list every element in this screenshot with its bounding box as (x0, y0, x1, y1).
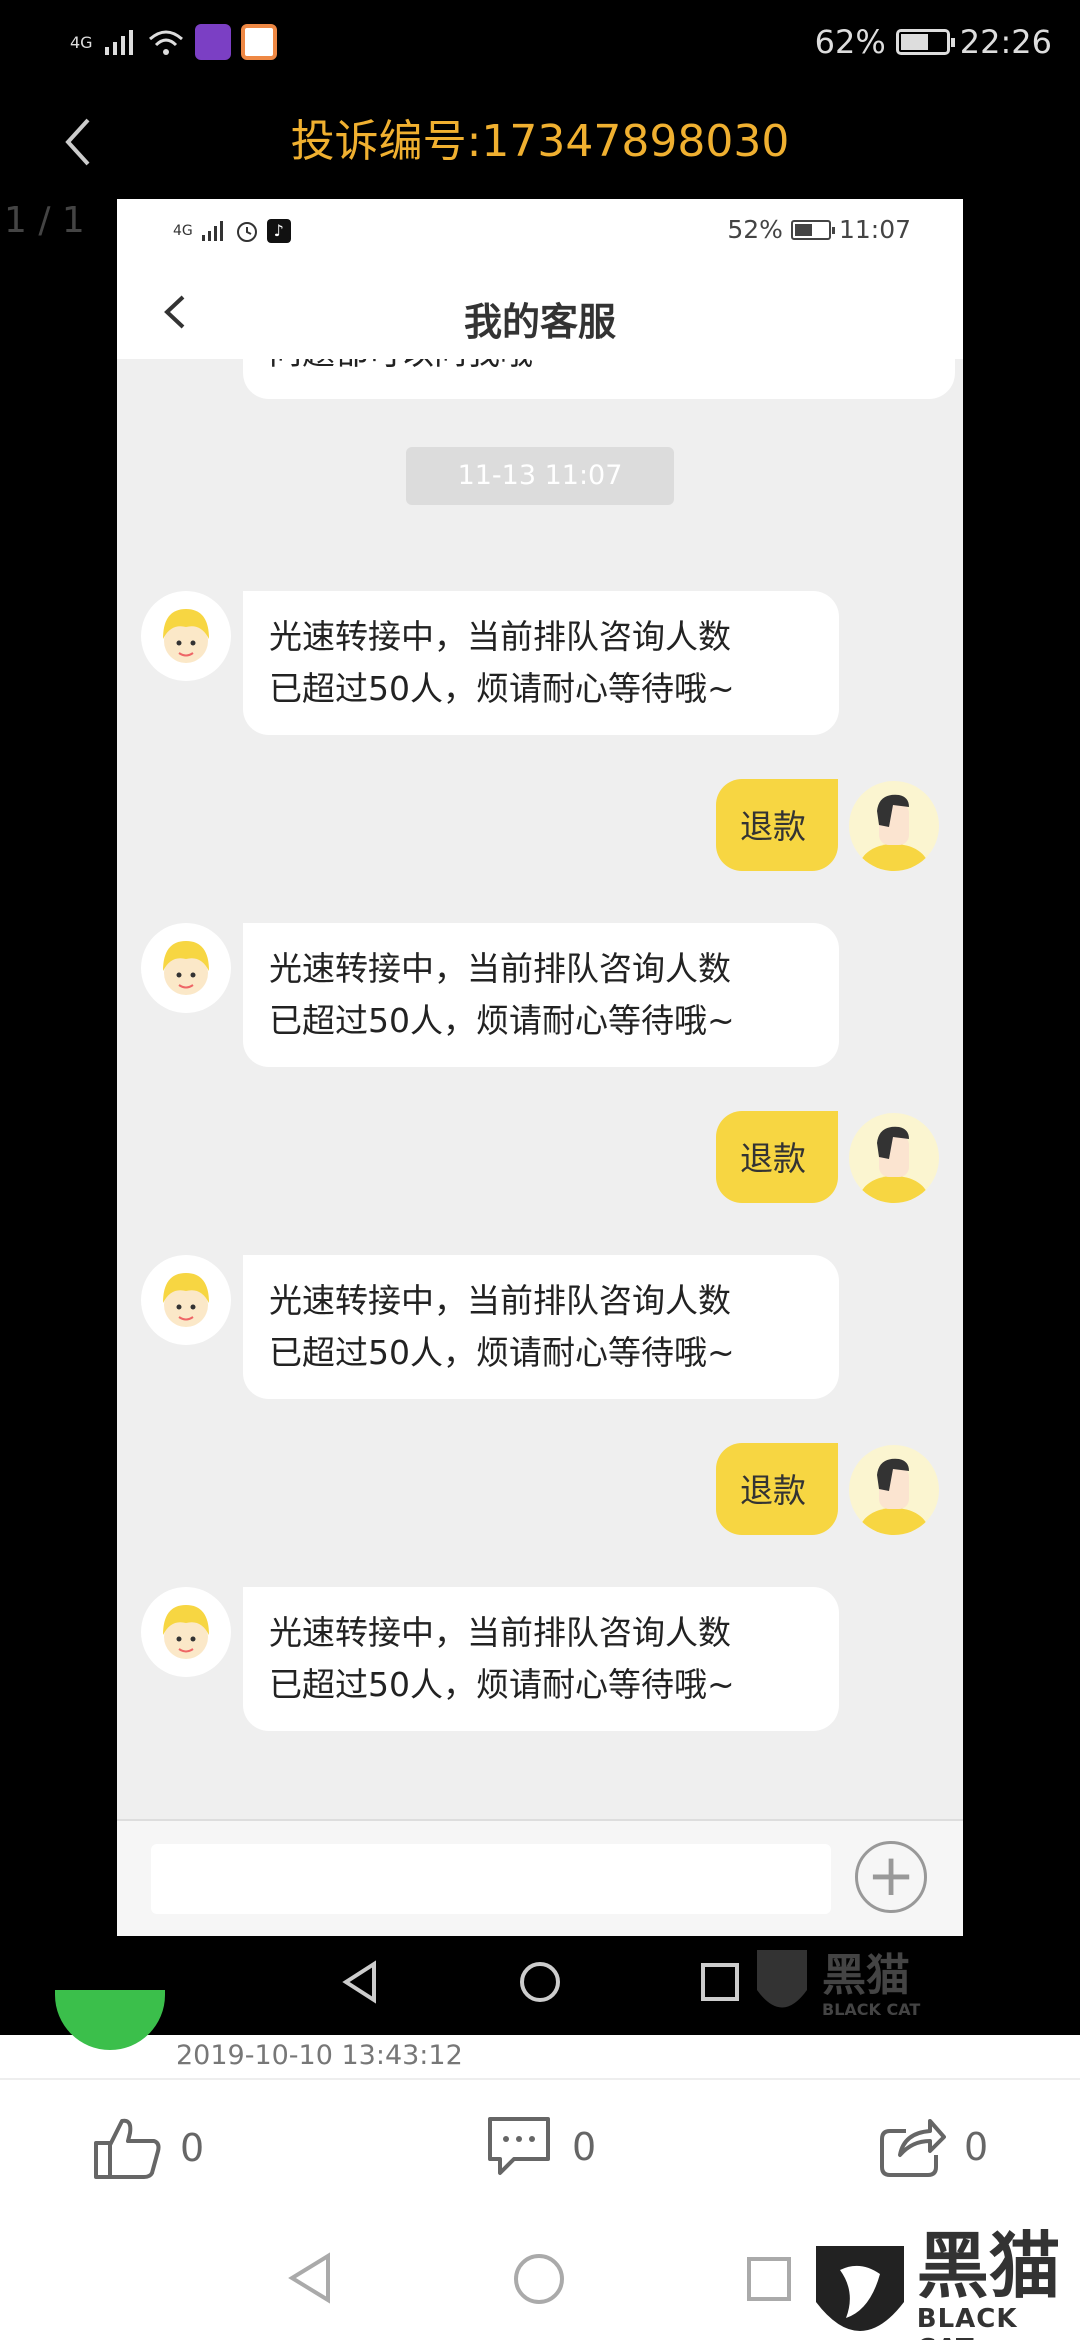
share-icon (880, 2119, 946, 2177)
agent-message: 光速转接中，当前排队咨询人数 已超过50人，烦请耐心等待哦~ (243, 923, 839, 1067)
partial-agent-bubble: 问题都可以问我哦~ (243, 359, 959, 401)
tiktok-icon: ♪ (266, 219, 291, 243)
user-face-icon (860, 1126, 928, 1203)
agent-face-icon (163, 1273, 209, 1327)
divider (0, 2078, 1080, 2080)
network-icon: 4G (70, 32, 93, 52)
signal-icon (104, 30, 133, 55)
agent-message: 光速转接中，当前排队咨询人数 已超过50人，烦请耐心等待哦~ (243, 591, 839, 735)
inner-status-right: 52% 11:07 (727, 215, 911, 244)
plus-button[interactable]: + (855, 1841, 927, 1913)
chat-title: 我的客服 (463, 300, 616, 344)
inner-battery-icon (790, 219, 835, 240)
clock: 22:26 (959, 23, 1052, 61)
share-button[interactable]: 0 (876, 2115, 988, 2179)
agent-avatar (141, 923, 231, 1013)
thumbs-up-icon (94, 2118, 161, 2179)
partial-text: 问题都可以问我哦~ (269, 359, 561, 372)
cat-logo-icon (816, 2246, 904, 2331)
status-bar-right: 62% 22:26 (815, 22, 1052, 62)
plus-icon: + (866, 1841, 916, 1909)
user-face-icon (860, 794, 928, 871)
agent-avatar (141, 591, 231, 681)
user-message: 退款 (716, 1111, 838, 1203)
watermark-large: 黑猫 BLACK CAT (810, 2228, 1080, 2340)
like-count: 0 (180, 2126, 205, 2170)
chat-input[interactable] (151, 1844, 831, 1914)
user-message: 退款 (716, 1443, 838, 1535)
back-button[interactable] (58, 112, 98, 172)
battery-icon (895, 29, 955, 55)
like-button[interactable]: 0 (92, 2115, 204, 2181)
inner-nav-back-icon[interactable] (340, 1960, 380, 2008)
user-avatar (849, 1445, 939, 1535)
page-counter: 1 / 1 (4, 200, 85, 241)
agent-face-icon (163, 609, 209, 663)
agent-face-icon (163, 1605, 209, 1659)
comment-button[interactable]: 0 (484, 2115, 596, 2179)
attached-screenshot[interactable]: 4G ♪ 52% 11:07 我的客服 问题都可以问我哦~ 11-13 11:0… (117, 199, 963, 1936)
post-date: 2019-10-10 13:43:12 (176, 2040, 463, 2071)
nav-recents-icon[interactable] (746, 2256, 792, 2306)
share-count: 0 (964, 2125, 989, 2169)
nav-home-icon[interactable] (512, 2252, 566, 2310)
comment-count: 0 (572, 2125, 597, 2169)
agent-message: 光速转接中，当前排队咨询人数 已超过50人，烦请耐心等待哦~ (243, 1255, 839, 1399)
timestamp-badge: 11-13 11:07 (406, 447, 674, 505)
user-avatar (849, 781, 939, 871)
inner-signal-icon (201, 221, 223, 241)
complaint-title: 投诉编号:17347898030 (290, 116, 790, 167)
agent-avatar (141, 1255, 231, 1345)
alarm-icon (236, 222, 257, 242)
battery-percent: 62% (814, 23, 886, 61)
agent-face-icon (163, 941, 209, 995)
inner-status-left: 4G ♪ (173, 219, 291, 243)
comment-icon (488, 2117, 550, 2175)
wifi-icon (148, 30, 183, 55)
chevron-left-icon (65, 118, 90, 166)
user-message: 退款 (716, 779, 838, 871)
watermark-small: 黑猫 BLACK CAT (752, 1945, 920, 2025)
inner-network-icon: 4G (173, 223, 193, 239)
inner-nav-home-icon[interactable] (518, 1960, 562, 2008)
agent-message: 光速转接中，当前排队咨询人数 已超过50人，烦请耐心等待哦~ (243, 1587, 839, 1731)
inner-battery-percent: 52% (727, 215, 783, 244)
user-avatar (849, 1113, 939, 1203)
inner-nav-recents-icon[interactable] (700, 1962, 740, 2006)
video-app-icon (194, 24, 231, 60)
inner-clock: 11:07 (838, 215, 911, 244)
agent-avatar (141, 1587, 231, 1677)
nav-back-icon[interactable] (286, 2252, 334, 2308)
browser-app-icon (240, 24, 277, 60)
user-face-icon (860, 1458, 928, 1535)
cat-logo-icon (757, 1950, 807, 2008)
status-bar-left: 4G (70, 22, 277, 62)
